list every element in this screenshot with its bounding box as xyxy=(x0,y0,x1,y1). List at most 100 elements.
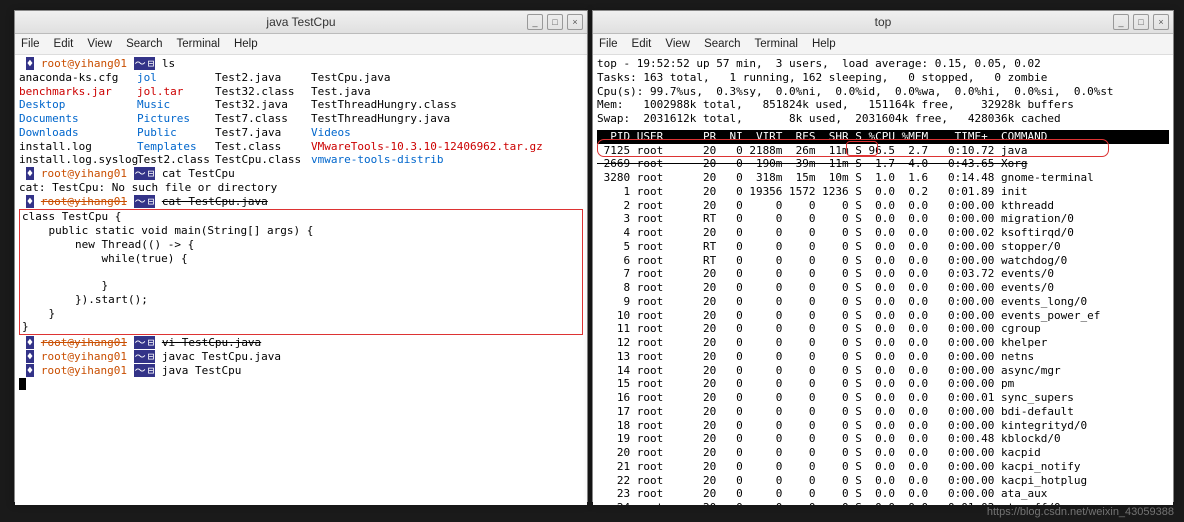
top-columns-header: PID USER PR NI VIRT RES SHR S %CPU %MEM … xyxy=(597,130,1169,144)
ls-entry: Templates xyxy=(137,140,215,154)
ls-entry: jol xyxy=(137,71,215,85)
code-line xyxy=(22,265,580,279)
menu-view[interactable]: View xyxy=(87,38,112,50)
process-row: 16 root 20 0 0 0 0 S 0.0 0.0 0:00.01 syn… xyxy=(597,391,1169,405)
ls-entry: Test32.java xyxy=(215,98,311,112)
process-row: 21 root 20 0 0 0 0 S 0.0 0.0 0:00.00 kac… xyxy=(597,460,1169,474)
menu-search[interactable]: Search xyxy=(126,38,162,50)
code-line: }).start(); xyxy=(22,293,580,307)
code-line: } xyxy=(22,320,580,334)
ls-entry: TestCpu.java xyxy=(311,71,583,85)
minimize-button[interactable]: _ xyxy=(1113,14,1129,30)
titlebar-left[interactable]: java TestCpu _ □ × xyxy=(15,11,587,34)
menu-edit[interactable]: Edit xyxy=(54,38,74,50)
menu-search[interactable]: Search xyxy=(704,38,740,50)
minimize-button[interactable]: _ xyxy=(527,14,543,30)
menu-help[interactable]: Help xyxy=(234,38,258,50)
ls-entry: Test2.java xyxy=(215,71,311,85)
process-row: 5 root RT 0 0 0 0 S 0.0 0.0 0:00.00 stop… xyxy=(597,240,1169,254)
ls-entry: TestThreadHungry.java xyxy=(311,112,583,126)
prompt-line: ♦ root@yihang01 〜⊟ ls xyxy=(19,57,583,71)
process-row: 2669 root 20 0 190m 39m 11m S 1.7 4.0 0:… xyxy=(597,157,1169,171)
code-line: while(true) { xyxy=(22,252,580,266)
process-row: 22 root 20 0 0 0 0 S 0.0 0.0 0:00.00 kac… xyxy=(597,474,1169,488)
code-line: public static void main(String[] args) { xyxy=(22,224,580,238)
menu-terminal[interactable]: Terminal xyxy=(177,38,220,50)
ls-entry: Videos xyxy=(311,126,583,140)
prompt-line: ♦ root@yihang01 〜⊟ cat TestCpu xyxy=(19,167,583,181)
process-row: 14 root 20 0 0 0 0 S 0.0 0.0 0:00.00 asy… xyxy=(597,364,1169,378)
ls-entry: VMwareTools-10.3.10-12406962.tar.gz xyxy=(311,140,583,154)
ls-entry: jol.tar xyxy=(137,85,215,99)
ls-entry: Public xyxy=(137,126,215,140)
ls-entry: vmware-tools-distrib xyxy=(311,153,583,167)
menu-file[interactable]: File xyxy=(21,38,40,50)
process-row: 12 root 20 0 0 0 0 S 0.0 0.0 0:00.00 khe… xyxy=(597,336,1169,350)
prompt-line: ♦ root@yihang01 〜⊟ cat TestCpu.java xyxy=(19,195,583,209)
menu-terminal[interactable]: Terminal xyxy=(755,38,798,50)
menu-file[interactable]: File xyxy=(599,38,618,50)
ls-entry: TestThreadHungry.class xyxy=(311,98,583,112)
ls-entry: anaconda-ks.cfg xyxy=(19,71,137,85)
process-row: 11 root 20 0 0 0 0 S 0.0 0.0 0:00.00 cgr… xyxy=(597,322,1169,336)
process-row: 18 root 20 0 0 0 0 S 0.0 0.0 0:00.00 kin… xyxy=(597,419,1169,433)
ls-entry: Test7.class xyxy=(215,112,311,126)
top-cpu-line: Cpu(s): 99.7%us, 0.3%sy, 0.0%ni, 0.0%id,… xyxy=(597,85,1169,99)
top-summary-line: top - 19:52:52 up 57 min, 3 users, load … xyxy=(597,57,1169,71)
terminal-body-left[interactable]: ♦ root@yihang01 〜⊟ ls anaconda-ks.cfgjol… xyxy=(15,55,587,505)
top-swap-line: Swap: 2031612k total, 8k used, 2031604k … xyxy=(597,112,1169,126)
prompt-line: ♦ root@yihang01 〜⊟ vi TestCpu.java xyxy=(19,336,583,350)
menu-edit[interactable]: Edit xyxy=(632,38,652,50)
ls-entry: Test2.class xyxy=(137,153,215,167)
ls-entry: Test32.class xyxy=(215,85,311,99)
ls-entry: Music xyxy=(137,98,215,112)
process-row: 15 root 20 0 0 0 0 S 0.0 0.0 0:00.00 pm xyxy=(597,377,1169,391)
process-row: 23 root 20 0 0 0 0 S 0.0 0.0 0:00.00 ata… xyxy=(597,487,1169,501)
maximize-button[interactable]: □ xyxy=(547,14,563,30)
titlebar-right[interactable]: top _ □ × xyxy=(593,11,1173,34)
maximize-button[interactable]: □ xyxy=(1133,14,1149,30)
ls-entry: Test.class xyxy=(215,140,311,154)
process-row: 3 root RT 0 0 0 0 S 0.0 0.0 0:00.00 migr… xyxy=(597,212,1169,226)
code-line: new Thread(() -> { xyxy=(22,238,580,252)
process-row: 1 root 20 0 19356 1572 1236 S 0.0 0.2 0:… xyxy=(597,185,1169,199)
process-row: 7125 root 20 0 2188m 26m 11m S 96.5 2.7 … xyxy=(597,144,1169,158)
ls-entry: Documents xyxy=(19,112,137,126)
process-row: 7 root 20 0 0 0 0 S 0.0 0.0 0:03.72 even… xyxy=(597,267,1169,281)
menubar-right: File Edit View Search Terminal Help xyxy=(593,34,1173,55)
terminal-window-right: top _ □ × File Edit View Search Terminal… xyxy=(592,10,1174,502)
ls-entry: Desktop xyxy=(19,98,137,112)
ls-entry: Pictures xyxy=(137,112,215,126)
top-mem-line: Mem: 1002988k total, 851824k used, 15116… xyxy=(597,98,1169,112)
terminal-body-right[interactable]: top - 19:52:52 up 57 min, 3 users, load … xyxy=(593,55,1173,505)
menu-help[interactable]: Help xyxy=(812,38,836,50)
close-button[interactable]: × xyxy=(567,14,583,30)
ls-entry: TestCpu.class xyxy=(215,153,311,167)
process-row: 2 root 20 0 0 0 0 S 0.0 0.0 0:00.00 kthr… xyxy=(597,199,1169,213)
window-title: java TestCpu xyxy=(266,15,335,29)
code-line: } xyxy=(22,307,580,321)
process-row: 19 root 20 0 0 0 0 S 0.0 0.0 0:00.48 kbl… xyxy=(597,432,1169,446)
process-row: 8 root 20 0 0 0 0 S 0.0 0.0 0:00.00 even… xyxy=(597,281,1169,295)
source-code-box: class TestCpu { public static void main(… xyxy=(19,209,583,335)
process-row: 13 root 20 0 0 0 0 S 0.0 0.0 0:00.00 net… xyxy=(597,350,1169,364)
ls-entry: install.log xyxy=(19,140,137,154)
process-row: 24 root 20 0 0 0 0 S 0.0 0.0 0:01.02 ata… xyxy=(597,501,1169,505)
ls-entry: benchmarks.jar xyxy=(19,85,137,99)
menu-view[interactable]: View xyxy=(665,38,690,50)
watermark: https://blog.csdn.net/weixin_43059388 xyxy=(987,506,1174,518)
ls-entry: Downloads xyxy=(19,126,137,140)
ls-entry: Test7.java xyxy=(215,126,311,140)
prompt-line: ♦ root@yihang01 〜⊟ java TestCpu xyxy=(19,364,583,378)
window-title: top xyxy=(875,15,892,29)
terminal-window-left: java TestCpu _ □ × File Edit View Search… xyxy=(14,10,588,502)
code-line: class TestCpu { xyxy=(22,210,580,224)
process-row: 17 root 20 0 0 0 0 S 0.0 0.0 0:00.00 bdi… xyxy=(597,405,1169,419)
ls-output: anaconda-ks.cfgjolTest2.javaTestCpu.java… xyxy=(19,71,583,167)
ls-entry: Test.java xyxy=(311,85,583,99)
top-process-table: 7125 root 20 0 2188m 26m 11m S 96.5 2.7 … xyxy=(597,144,1169,506)
close-button[interactable]: × xyxy=(1153,14,1169,30)
ls-entry: install.log.syslog xyxy=(19,153,137,167)
code-line: } xyxy=(22,279,580,293)
menubar-left: File Edit View Search Terminal Help xyxy=(15,34,587,55)
